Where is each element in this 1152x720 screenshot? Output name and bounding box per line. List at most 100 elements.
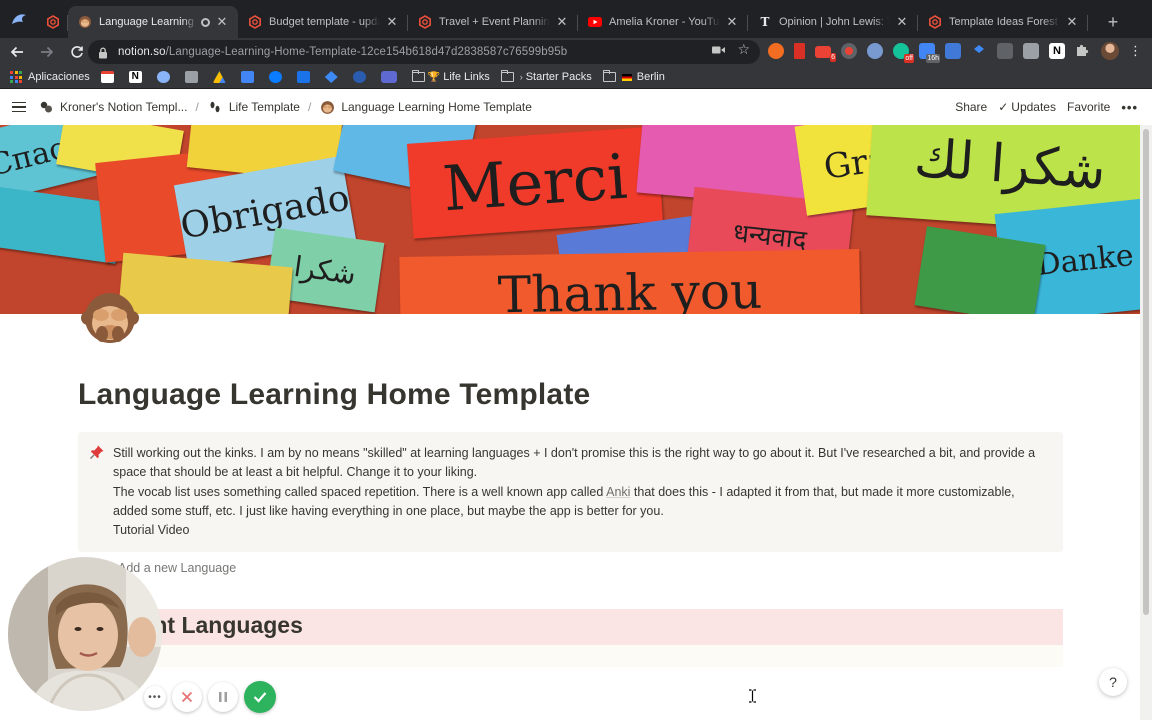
bookmark-docs[interactable] — [240, 71, 258, 83]
webcam-bubble[interactable] — [8, 557, 162, 711]
bookmark-gmail[interactable] — [100, 71, 118, 83]
reload-button[interactable] — [64, 39, 90, 65]
ellipsis-icon: ••• — [148, 691, 162, 703]
share-button[interactable]: Share — [955, 100, 987, 114]
tab-title: Language Learning Home Template — [99, 16, 197, 28]
grammarly-extension-icon[interactable]: off — [893, 43, 914, 63]
recorder-pause-button[interactable] — [208, 682, 238, 712]
linear-icon — [380, 71, 397, 83]
notion-extension-icon[interactable]: N — [1049, 43, 1065, 59]
record-extension-icon[interactable] — [841, 43, 857, 59]
bookmark-bird[interactable] — [156, 71, 174, 83]
screenshot-extension-icon[interactable] — [997, 43, 1013, 59]
recorder-cancel-button[interactable] — [172, 682, 202, 712]
cover-paper-slip: Thank you — [399, 248, 861, 314]
anki-link[interactable]: Anki — [606, 485, 630, 499]
translate-extension-icon[interactable] — [945, 43, 961, 59]
puzzle-extensions-icon[interactable] — [1075, 43, 1091, 59]
bookmark-notion[interactable]: N — [128, 71, 146, 83]
breadcrumb-workspace[interactable]: Kroner's Notion Templ... — [38, 99, 187, 115]
tab-opinion[interactable]: T Opinion | John Lewis: Together ✕ — [748, 6, 918, 38]
dropbox-extension-icon[interactable] — [971, 43, 987, 59]
address-bar[interactable]: notion.so/Language-Learning-Home-Templat… — [88, 40, 760, 64]
tab-language-learning[interactable]: Language Learning Home Template ✕ — [68, 6, 238, 38]
tab-template-ideas[interactable]: Template Ideas Forest (inspo) ✕ — [918, 6, 1088, 38]
add-language-button[interactable]: Add a new Language — [118, 561, 236, 575]
breadcrumb-separator: / — [195, 100, 199, 114]
tab-youtube[interactable]: Amelia Kroner - YouTube ✕ — [578, 6, 748, 38]
bookmark-extension-icon[interactable] — [794, 43, 805, 59]
new-tab-button[interactable]: + — [1098, 6, 1128, 38]
calendar-icon — [296, 71, 310, 83]
browser-menu-icon[interactable]: ⋮ — [1129, 43, 1142, 59]
webcam-person-image — [8, 557, 162, 711]
help-button[interactable]: ? — [1099, 668, 1127, 696]
tutorial-video-link[interactable]: Tutorial Video — [113, 521, 1043, 540]
recorder-more-button[interactable]: ••• — [144, 686, 166, 708]
pinned-tab[interactable] — [38, 6, 68, 38]
callout-line: The vocab list uses something called spa… — [113, 483, 1043, 522]
close-icon[interactable]: ✕ — [1064, 14, 1080, 30]
check-icon — [253, 692, 267, 703]
folder-icon — [500, 70, 514, 82]
favorite-button[interactable]: Favorite — [1067, 100, 1110, 114]
bookmark-starter-packs[interactable]: › Starter Packs — [500, 70, 592, 83]
german-flag-icon — [621, 73, 632, 81]
check-icon: ✓ — [998, 100, 1009, 114]
cover-word: شكرا — [291, 249, 359, 291]
folder-icon — [411, 70, 425, 82]
bookmark-github[interactable] — [352, 71, 370, 83]
bookmark-linear[interactable] — [380, 71, 401, 83]
close-icon[interactable]: ✕ — [724, 14, 740, 30]
bookmark-label: Starter Packs — [525, 71, 592, 83]
lock-icon — [98, 46, 108, 59]
template-ring-icon — [418, 15, 432, 29]
more-options-icon[interactable]: ••• — [1121, 100, 1138, 115]
callout-block[interactable]: Still working out the kinks. I am by no … — [78, 432, 1063, 552]
page-icon-monkey[interactable] — [80, 288, 140, 348]
bookmark-berlin[interactable]: Berlin — [602, 70, 665, 83]
profile-avatar[interactable] — [1101, 42, 1119, 60]
breadcrumb-life-template[interactable]: Life Template — [207, 99, 300, 115]
page-cover-image[interactable]: Спасибо Obrigado شكرا Merci धन्यवाद Graz… — [0, 125, 1140, 314]
template-ring-icon — [46, 15, 60, 29]
messenger-icon — [268, 71, 282, 83]
close-icon[interactable]: ✕ — [214, 14, 230, 30]
calendar-extension-icon[interactable]: 16h — [919, 43, 940, 63]
star-icon[interactable]: ☆ — [737, 42, 750, 58]
back-button[interactable] — [4, 39, 30, 65]
folder-icon — [602, 70, 616, 82]
tab-travel[interactable]: Travel + Event Planning Template ✕ — [408, 6, 578, 38]
updates-button[interactable]: ✓ Updates — [998, 100, 1056, 114]
close-icon[interactable]: ✕ — [384, 14, 400, 30]
bookmark-life-links[interactable]: 🏆 Life Links — [411, 70, 490, 83]
gmail-extension-icon[interactable]: 6 — [815, 46, 836, 62]
sidebar-toggle-icon[interactable] — [12, 99, 26, 116]
breadcrumb-label: Life Template — [228, 100, 300, 114]
close-icon[interactable]: ✕ — [554, 14, 570, 30]
scrollbar-thumb[interactable] — [1143, 129, 1149, 615]
honey-extension-icon[interactable] — [768, 43, 784, 59]
breadcrumb-current-page[interactable]: Language Learning Home Template — [319, 99, 532, 115]
tab-title: Amelia Kroner - YouTube — [609, 16, 720, 28]
page-title[interactable]: Language Learning Home Template — [78, 378, 590, 412]
tab-search-icon[interactable] — [0, 0, 38, 38]
recorder-finish-button[interactable] — [244, 681, 276, 713]
dropbox-icon — [324, 71, 338, 83]
gear-extension-icon[interactable] — [867, 43, 883, 59]
tab-budget[interactable]: Budget template - updated ✕ — [238, 6, 408, 38]
close-icon[interactable]: ✕ — [894, 14, 910, 30]
extensions-area: 6 off 16h N ⋮ — [768, 42, 1142, 63]
clipper-extension-icon[interactable] — [1023, 43, 1039, 59]
bookmark-apps[interactable]: Aplicaciones — [10, 71, 90, 83]
bookmark-messenger[interactable] — [268, 71, 286, 83]
bookmark-dropbox[interactable] — [324, 71, 342, 83]
page-scrollbar[interactable] — [1140, 125, 1152, 720]
bookmark-drive[interactable] — [212, 71, 230, 83]
camera-icon[interactable] — [712, 44, 726, 58]
forward-button[interactable] — [34, 39, 60, 65]
nytimes-icon: T — [760, 15, 770, 29]
calendar-badge: 16h — [926, 54, 940, 63]
bookmark-calendar[interactable] — [296, 71, 314, 83]
bookmark-archive[interactable] — [184, 71, 202, 83]
